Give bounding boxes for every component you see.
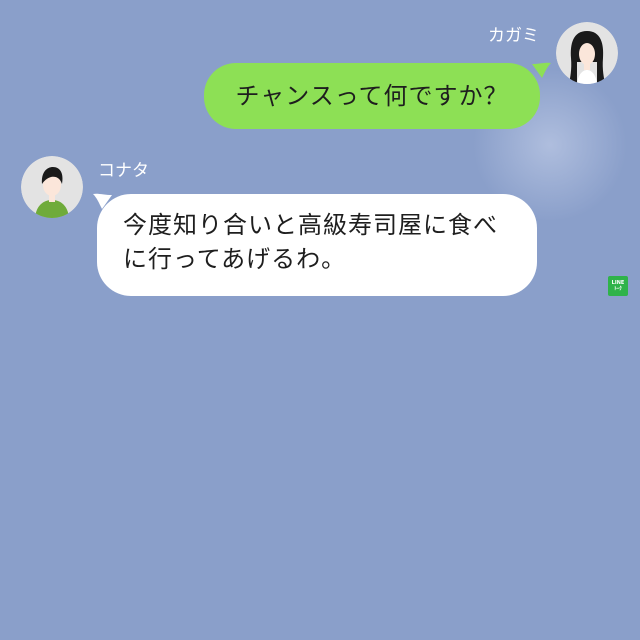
sender-name-konata: コナタ: [98, 161, 149, 181]
chat-area: カガミ チャンスって何ですか？ コナタ 今度知り合いと高級寿司屋に食べ に行って…: [0, 0, 640, 640]
received-message-line-1: 今度知り合いと高級寿司屋に食べ: [123, 211, 498, 239]
watermark-line-2: ﾄｰｸ: [614, 286, 622, 292]
received-message-line-2: に行ってあげるわ。: [123, 245, 347, 273]
line-watermark-logo: LINE ﾄｰｸ: [608, 276, 628, 296]
man-green-shirt-avatar-icon[interactable]: [21, 156, 83, 218]
sent-bubble-tail: [532, 62, 551, 78]
sender-name-kagami: カガミ: [488, 26, 539, 46]
woman-long-black-hair-avatar-icon[interactable]: [556, 22, 618, 84]
received-message-bubble[interactable]: 今度知り合いと高級寿司屋に食べ に行ってあげるわ。: [97, 194, 537, 296]
sent-message-text: チャンスって何ですか？: [235, 82, 509, 110]
sent-message-bubble[interactable]: チャンスって何ですか？: [204, 63, 540, 129]
